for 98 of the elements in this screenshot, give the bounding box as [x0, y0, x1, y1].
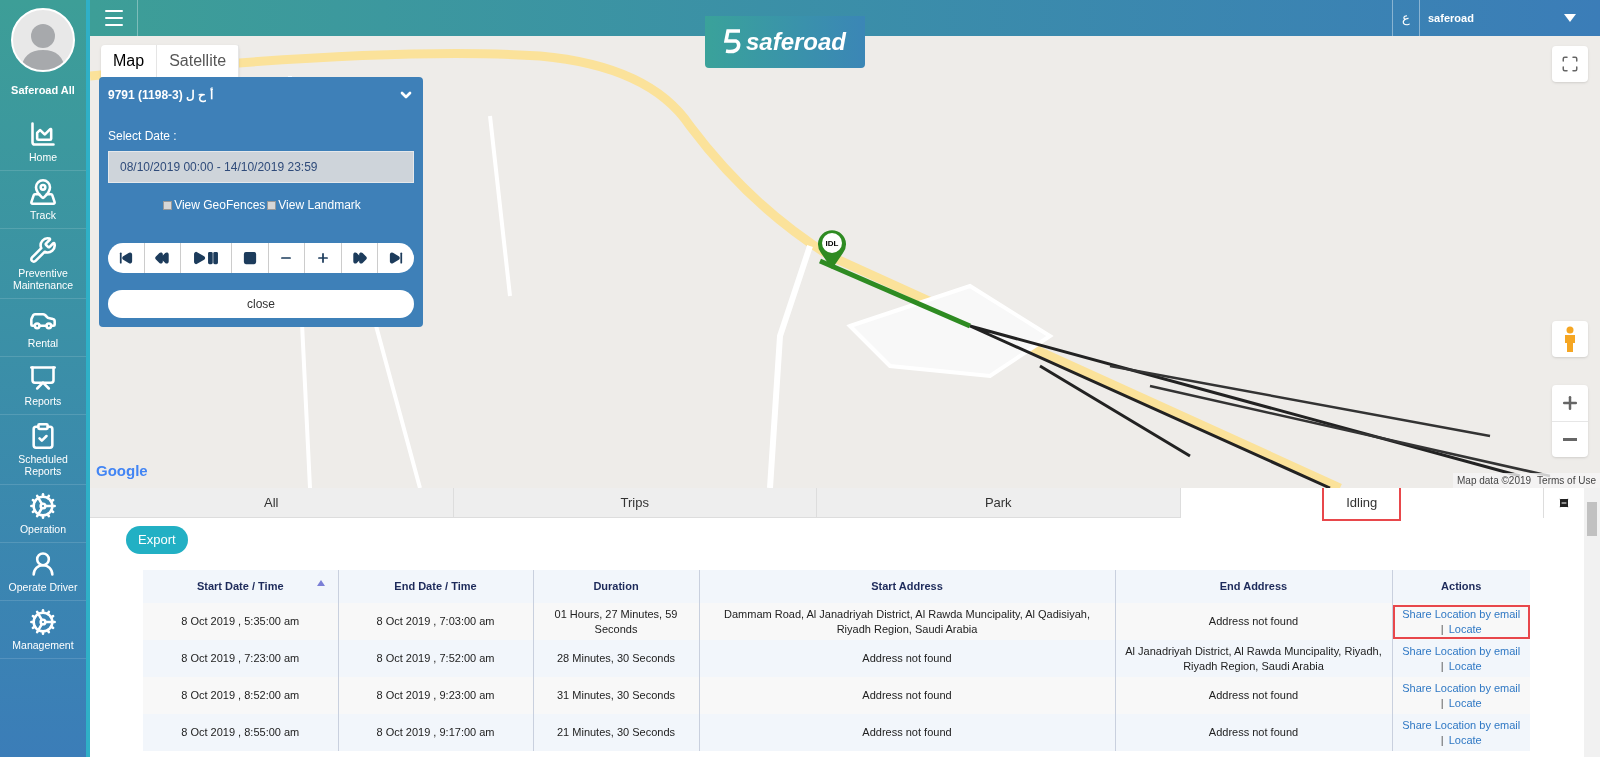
plus-icon — [316, 251, 330, 265]
share-location-link[interactable]: Share Location by email — [1402, 643, 1521, 659]
sidebar-label: Track — [30, 208, 56, 221]
sidebar-label: Preventive Maintenance — [11, 266, 75, 291]
table-cell: 8 Oct 2019 , 7:23:00 am — [143, 640, 338, 677]
sidebar-item[interactable]: Operate Driver — [0, 542, 86, 601]
clipboard-icon — [29, 421, 57, 450]
table-cell: Address not found — [1115, 677, 1392, 714]
skip-forward-icon — [389, 251, 404, 265]
close-button[interactable]: close — [108, 290, 414, 318]
sidebar-label: Operate Driver — [8, 580, 78, 593]
skip-back-icon — [118, 251, 133, 265]
sidebar-item[interactable]: Management — [0, 600, 86, 659]
table-cell: 8 Oct 2019 , 5:35:00 am — [143, 603, 338, 640]
gears-icon — [29, 607, 57, 636]
table-cell: 8 Oct 2019 , 9:23:00 am — [338, 677, 533, 714]
scrollbar[interactable] — [1584, 488, 1600, 757]
table-cell: Al Janadriyah District, Al Rawda Muncipality, Riyadh, Riyadh Region, Saudi Arabia — [1115, 640, 1392, 677]
minus-icon — [1563, 438, 1577, 441]
share-location-link[interactable]: Share Location by email — [1402, 606, 1521, 622]
table-cell: 31 Minutes, 30 Seconds — [533, 677, 699, 714]
map-attribution: Google — [96, 460, 148, 481]
table-cell: Address not found — [1115, 603, 1392, 640]
table-cell: Address not found — [699, 640, 1115, 677]
column-header[interactable]: Duration — [533, 570, 699, 603]
table-cell: Address not found — [1115, 714, 1392, 751]
table-cell: 8 Oct 2019 , 7:52:00 am — [338, 640, 533, 677]
user-name: Saferoad All — [11, 83, 75, 98]
column-header[interactable]: Start Address — [699, 570, 1115, 603]
table-cell: 8 Oct 2019 , 8:52:00 am — [143, 677, 338, 714]
column-header[interactable]: End Date / Time — [338, 570, 533, 603]
column-header[interactable]: End Address — [1115, 570, 1392, 603]
locate-link[interactable]: Locate — [1448, 658, 1482, 674]
share-location-link[interactable]: Share Location by email — [1402, 680, 1521, 696]
export-button[interactable]: Export — [126, 526, 188, 554]
table-cell: Address not found — [699, 714, 1115, 751]
sidebar-label: Home — [29, 150, 57, 163]
map-pin-icon — [29, 177, 57, 206]
option-checkbox[interactable]: View GeoFences — [163, 196, 266, 214]
sidebar-item[interactable]: Track — [0, 170, 86, 229]
person-icon — [1563, 326, 1577, 352]
vehicle-name: 9791 (1198-3) أ ح ل — [108, 86, 213, 104]
caret-icon — [1564, 14, 1576, 22]
sidebar-label: Rental — [27, 336, 59, 349]
date-range-field[interactable]: 08/10/2019 00:00 - 14/10/2019 23:59 — [108, 151, 414, 183]
date-label: Select Date : — [108, 128, 178, 145]
logo-mark-icon — [723, 29, 742, 55]
sidebar-item[interactable]: Preventive Maintenance — [0, 228, 86, 299]
link-separator: | — [1440, 695, 1444, 711]
fullscreen-button[interactable] — [1552, 46, 1588, 82]
table-cell: Address not found — [699, 677, 1115, 714]
tab[interactable]: All — [90, 488, 454, 518]
rewind-icon — [155, 251, 170, 265]
locate-link[interactable]: Locate — [1448, 695, 1482, 711]
avatar[interactable] — [11, 8, 75, 72]
table-cell: 8 Oct 2019 , 7:03:00 am — [338, 603, 533, 640]
play-pause-icon — [192, 251, 221, 265]
wrench-icon — [29, 235, 57, 264]
sidebar-item[interactable]: Home — [0, 112, 86, 171]
sidebar-item[interactable]: Scheduled Reports — [0, 414, 86, 485]
driver-icon — [29, 549, 57, 578]
locate-link[interactable]: Locate — [1448, 732, 1482, 748]
fullscreen-icon — [1561, 55, 1579, 73]
terms-link[interactable]: Terms of Use — [1537, 473, 1596, 488]
sidebar-item[interactable]: Rental — [0, 298, 86, 357]
chart-icon — [29, 119, 57, 148]
minus-square-icon — [1558, 497, 1570, 509]
plus-icon — [1560, 393, 1580, 413]
option-checkbox[interactable]: View Landmark — [267, 196, 361, 214]
sidebar-label: Operation — [19, 522, 67, 535]
stop-icon — [242, 251, 257, 265]
sidebar-item[interactable]: Reports — [0, 356, 86, 415]
table-cell: Dammam Road, Al Janadriyah District, Al Rawda Muncipality, Al Qadisiyah, Riyadh Region, Saudi Arabia — [699, 603, 1115, 640]
user-dropdown-label: saferoad — [1428, 11, 1474, 26]
sidebar-label: Management — [12, 638, 74, 651]
link-separator: | — [1440, 621, 1444, 637]
sidebar-label: Reports — [24, 394, 62, 407]
sidebar-item[interactable]: Operation — [0, 484, 86, 543]
link-separator: | — [1440, 732, 1444, 748]
tab[interactable]: Trips — [453, 488, 817, 518]
fast-forward-icon — [352, 251, 367, 265]
table-cell: 28 Minutes, 30 Seconds — [533, 640, 699, 677]
link-separator: | — [1440, 658, 1444, 674]
table-cell: 21 Minutes, 30 Seconds — [533, 714, 699, 751]
presentation-board-icon — [29, 363, 57, 392]
column-header[interactable]: Start Date / Time — [143, 570, 338, 603]
share-location-link[interactable]: Share Location by email — [1402, 717, 1521, 733]
table-cell: 8 Oct 2019 , 8:55:00 am — [143, 714, 338, 751]
user-dropdown[interactable]: saferoad — [1420, 0, 1600, 36]
table-cell: 01 Hours, 27 Minutes, 59 Seconds — [533, 603, 699, 640]
column-header[interactable]: Actions — [1392, 570, 1530, 603]
locate-link[interactable]: Locate — [1448, 621, 1482, 637]
map-data-text: Map data ©2019 — [1457, 474, 1532, 488]
table-cell: 8 Oct 2019 , 9:17:00 am — [338, 714, 533, 751]
sidebar-label: Scheduled Reports — [17, 452, 69, 477]
gears-icon — [29, 491, 57, 520]
tab[interactable]: Park — [817, 488, 1181, 518]
map-marker: IDL — [817, 229, 847, 269]
